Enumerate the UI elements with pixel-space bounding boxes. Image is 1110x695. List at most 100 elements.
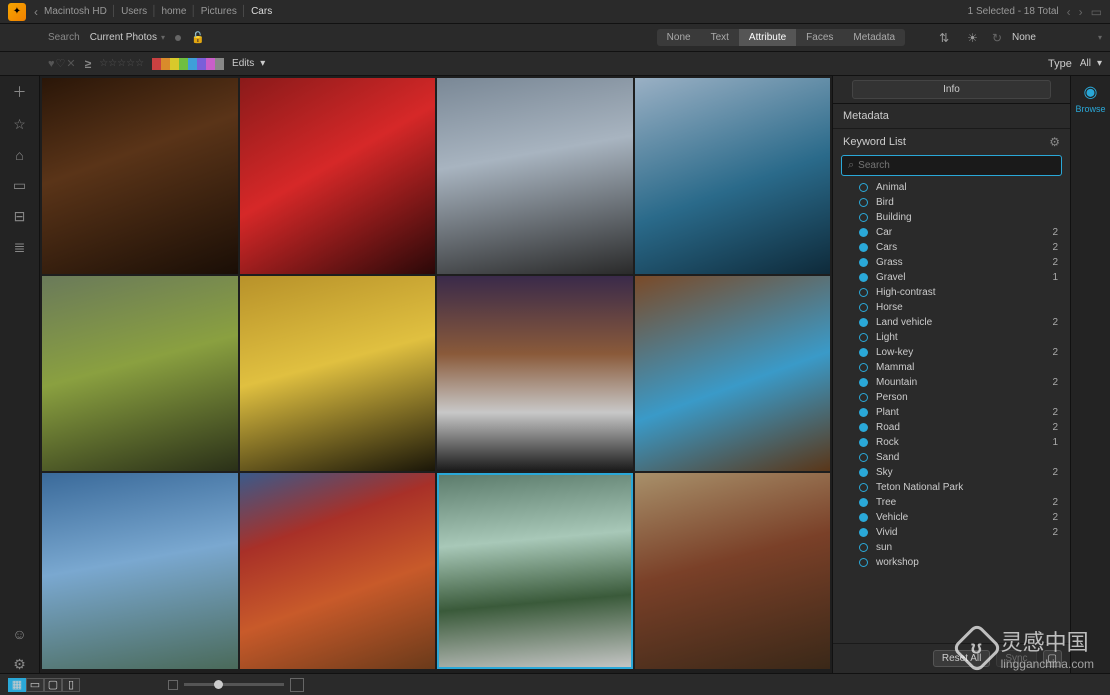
- color-swatch[interactable]: [197, 58, 206, 70]
- crumb[interactable]: Cars: [251, 6, 272, 17]
- keyword-item[interactable]: Vehicle2: [841, 510, 1062, 525]
- keyword-dot-icon[interactable]: [859, 423, 868, 432]
- keyword-item[interactable]: Cars2: [841, 240, 1062, 255]
- keyword-dot-icon[interactable]: [859, 348, 868, 357]
- rating-operator[interactable]: ≥: [85, 57, 92, 71]
- browse-icon[interactable]: ◉: [1084, 82, 1098, 102]
- keyword-item[interactable]: workshop: [841, 555, 1062, 570]
- thumbnail[interactable]: [635, 276, 831, 472]
- crumb[interactable]: Users: [121, 6, 147, 17]
- breadcrumb[interactable]: Macintosh HD│Users│home│Pictures│Cars: [44, 6, 272, 17]
- refresh-icon[interactable]: ↻: [992, 31, 1002, 45]
- keyword-dot-icon[interactable]: [859, 363, 868, 372]
- keyword-item[interactable]: Mountain2: [841, 375, 1062, 390]
- keyword-item[interactable]: Animal: [841, 180, 1062, 195]
- keyword-dot-icon[interactable]: [859, 483, 868, 492]
- color-swatch[interactable]: [206, 58, 215, 70]
- thumbnail[interactable]: [240, 276, 436, 472]
- keyword-dot-icon[interactable]: [859, 468, 868, 477]
- add-icon[interactable]: ＋: [10, 82, 30, 102]
- keyword-item[interactable]: High-contrast: [841, 285, 1062, 300]
- keyword-dot-icon[interactable]: [859, 213, 868, 222]
- keyword-item[interactable]: Road2: [841, 420, 1062, 435]
- keyword-item[interactable]: Building: [841, 210, 1062, 225]
- keyword-dot-icon[interactable]: [859, 243, 868, 252]
- color-labels[interactable]: [152, 58, 224, 70]
- filter-tab-metadata[interactable]: Metadata: [843, 29, 905, 46]
- star-tool-icon[interactable]: ☆: [10, 116, 30, 133]
- keyword-item[interactable]: Teton National Park: [841, 480, 1062, 495]
- color-swatch[interactable]: [179, 58, 188, 70]
- keyword-dot-icon[interactable]: [859, 288, 868, 297]
- filter-tab-none[interactable]: None: [657, 29, 701, 46]
- keyword-item[interactable]: Light: [841, 330, 1062, 345]
- info-tab[interactable]: Info: [852, 80, 1051, 99]
- keyword-search[interactable]: ⌕: [841, 155, 1062, 176]
- keyword-dot-icon[interactable]: [859, 438, 868, 447]
- lock-icon[interactable]: 🔓: [191, 31, 205, 44]
- thumbnail-grid[interactable]: [40, 76, 832, 673]
- view-split-icon[interactable]: ▭: [26, 678, 44, 692]
- keyword-dot-icon[interactable]: [859, 408, 868, 417]
- crumb[interactable]: home: [161, 6, 186, 17]
- keyword-item[interactable]: Grass2: [841, 255, 1062, 270]
- edits-dropdown[interactable]: Edits▾: [232, 58, 265, 69]
- prev-arrow[interactable]: ‹: [1067, 5, 1071, 19]
- zoom-knob[interactable]: [214, 680, 223, 689]
- keyword-dot-icon[interactable]: [859, 393, 868, 402]
- keyword-item[interactable]: Person: [841, 390, 1062, 405]
- zoom-slider[interactable]: [168, 678, 304, 692]
- view-single-icon[interactable]: ▢: [44, 678, 62, 692]
- view-grid-icon[interactable]: ▦: [8, 678, 26, 692]
- keyword-dot-icon[interactable]: [859, 378, 868, 387]
- keyword-dot-icon[interactable]: [859, 558, 868, 567]
- keyword-item[interactable]: Mammal: [841, 360, 1062, 375]
- keyword-dot-icon[interactable]: [859, 513, 868, 522]
- keyword-dot-icon[interactable]: [859, 333, 868, 342]
- keyword-dot-icon[interactable]: [859, 273, 868, 282]
- color-swatch[interactable]: [170, 58, 179, 70]
- camera-icon[interactable]: ⌂: [10, 147, 30, 163]
- crumb[interactable]: Macintosh HD: [44, 6, 107, 17]
- settings-icon[interactable]: ⚙: [10, 656, 30, 673]
- keyword-item[interactable]: Land vehicle2: [841, 315, 1062, 330]
- filter-tab-text[interactable]: Text: [701, 29, 739, 46]
- keyword-item[interactable]: Low-key2: [841, 345, 1062, 360]
- type-dropdown[interactable]: All▾: [1080, 58, 1102, 69]
- metadata-header[interactable]: Metadata: [833, 104, 1070, 129]
- keyword-dot-icon[interactable]: [859, 228, 868, 237]
- thumbnail[interactable]: [240, 473, 436, 669]
- view-compare-icon[interactable]: ▯: [62, 678, 80, 692]
- keyword-item[interactable]: Sand: [841, 450, 1062, 465]
- filter-tab-faces[interactable]: Faces: [796, 29, 843, 46]
- keyword-item[interactable]: Sky2: [841, 465, 1062, 480]
- search-scope-dropdown[interactable]: Current Photos▾: [90, 32, 165, 43]
- keyword-item[interactable]: Plant2: [841, 405, 1062, 420]
- folder-icon[interactable]: ▭: [10, 177, 30, 194]
- keyword-dot-icon[interactable]: [859, 183, 868, 192]
- color-swatch[interactable]: [161, 58, 170, 70]
- sort-dropdown[interactable]: None▾: [1012, 32, 1102, 43]
- star-rating[interactable]: ☆☆☆☆☆: [99, 58, 144, 69]
- user-icon[interactable]: ☺: [10, 626, 30, 642]
- thumbnail[interactable]: [42, 78, 238, 274]
- keyword-dot-icon[interactable]: [859, 453, 868, 462]
- keyword-item[interactable]: sun: [841, 540, 1062, 555]
- sort-icon[interactable]: ⇅: [939, 31, 949, 45]
- back-button[interactable]: ‹: [34, 5, 38, 19]
- next-arrow[interactable]: ›: [1079, 5, 1083, 19]
- color-swatch[interactable]: [188, 58, 197, 70]
- keyword-header[interactable]: Keyword List ⚙: [833, 129, 1070, 155]
- thumbnail[interactable]: [240, 78, 436, 274]
- color-swatch[interactable]: [152, 58, 161, 70]
- thumbnail[interactable]: [437, 276, 633, 472]
- keyword-item[interactable]: Rock1: [841, 435, 1062, 450]
- keyword-item[interactable]: Car2: [841, 225, 1062, 240]
- keyword-item[interactable]: Gravel1: [841, 270, 1062, 285]
- keyword-dot-icon[interactable]: [859, 528, 868, 537]
- keyword-dot-icon[interactable]: [859, 318, 868, 327]
- keyword-dot-icon[interactable]: [859, 198, 868, 207]
- folder-up-icon[interactable]: ▭: [1091, 5, 1102, 19]
- thumbnail[interactable]: [437, 473, 633, 669]
- keyword-item[interactable]: Vivid2: [841, 525, 1062, 540]
